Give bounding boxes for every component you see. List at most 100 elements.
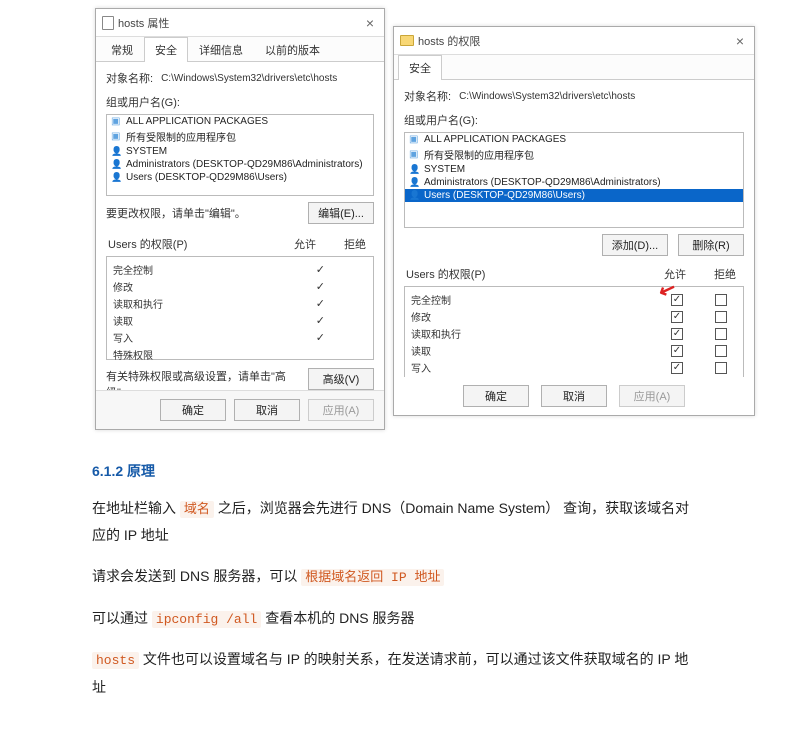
dialog-title: hosts 属性 — [118, 15, 169, 31]
perm-row: 特殊权限 — [113, 346, 367, 363]
apply-button[interactable]: 应用(A) — [619, 385, 685, 407]
cancel-button[interactable]: 取消 — [234, 399, 300, 421]
tab-bar: 常规 安全 详细信息 以前的版本 — [96, 37, 384, 62]
user-icon — [111, 159, 122, 170]
list-item[interactable]: ALL APPLICATION PACKAGES — [107, 115, 373, 128]
allow-checkbox[interactable]: ✓ — [671, 328, 683, 340]
advanced-button[interactable]: 高级(V) — [308, 368, 374, 390]
perm-header-label: Users 的权限(P) — [108, 236, 187, 252]
perm-row: 写入✓ — [411, 359, 737, 376]
check-icon: ✓ — [316, 263, 325, 276]
object-name-value: C:\Windows\System32\drivers\etc\hosts — [161, 73, 337, 84]
list-item[interactable]: Administrators (DESKTOP-QD29M86\Administ… — [405, 176, 743, 189]
check-icon: ✓ — [316, 297, 325, 310]
add-button[interactable]: 添加(D)... — [602, 234, 668, 256]
titlebar: hosts 的权限 × — [394, 27, 754, 55]
allow-checkbox[interactable]: ✓ — [671, 362, 683, 374]
permission-list: 完全控制✓ 修改✓ 读取和执行✓ 读取✓ 写入✓ 特殊权限 — [106, 256, 374, 360]
deny-header: 拒绝 — [344, 236, 366, 252]
close-icon[interactable]: × — [362, 15, 378, 31]
ok-button[interactable]: 确定 — [160, 399, 226, 421]
perm-row: 读取和执行✓ — [411, 325, 737, 342]
tab-previous[interactable]: 以前的版本 — [254, 37, 331, 62]
user-icon — [409, 190, 420, 201]
perm-row: 完全控制✓ — [113, 261, 367, 278]
permissions-dialog: hosts 的权限 × 安全 对象名称: C:\Windows\System32… — [393, 26, 755, 416]
tab-details[interactable]: 详细信息 — [188, 37, 254, 62]
user-icon — [111, 172, 122, 183]
code-inline: 域名 — [180, 501, 214, 518]
deny-checkbox[interactable] — [715, 345, 727, 357]
close-icon[interactable]: × — [732, 33, 748, 49]
paragraph: hosts 文件也可以设置域名与 IP 的映射关系，在发送请求前，可以通过该文件… — [92, 646, 694, 700]
dialogs-area: hosts 属性 × 常规 安全 详细信息 以前的版本 对象名称: C:\Win… — [0, 0, 786, 440]
package-icon — [409, 134, 420, 145]
edit-hint: 要更改权限，请单击"编辑"。 — [106, 205, 246, 221]
allow-checkbox[interactable]: ✓ — [671, 345, 683, 357]
object-name-label: 对象名称: — [106, 70, 153, 86]
code-inline: hosts — [92, 652, 139, 669]
allow-header: 允许 — [294, 236, 316, 252]
group-label: 组或用户名(G): — [106, 94, 374, 110]
cancel-button[interactable]: 取消 — [541, 385, 607, 407]
titlebar: hosts 属性 × — [96, 9, 384, 37]
deny-checkbox[interactable] — [715, 311, 727, 323]
tab-security[interactable]: 安全 — [144, 37, 188, 62]
user-icon — [111, 146, 122, 157]
remove-button[interactable]: 删除(R) — [678, 234, 744, 256]
dialog-body: 对象名称: C:\Windows\System32\drivers\etc\ho… — [394, 80, 754, 392]
tab-general[interactable]: 常规 — [100, 37, 144, 62]
check-icon: ✓ — [316, 280, 325, 293]
perm-row: 读取✓ — [113, 312, 367, 329]
object-name-value: C:\Windows\System32\drivers\etc\hosts — [459, 91, 635, 102]
list-item[interactable]: Users (DESKTOP-QD29M86\Users) — [405, 189, 743, 202]
tab-bar: 安全 — [394, 55, 754, 80]
list-item[interactable]: Administrators (DESKTOP-QD29M86\Administ… — [107, 158, 373, 171]
perm-row: 修改✓ — [113, 278, 367, 295]
folder-icon — [400, 35, 414, 46]
edit-button[interactable]: 编辑(E)... — [308, 202, 374, 224]
list-item[interactable]: Users (DESKTOP-QD29M86\Users) — [107, 171, 373, 184]
apply-button[interactable]: 应用(A) — [308, 399, 374, 421]
dialog-buttons: 确定 取消 应用(A) — [394, 377, 754, 415]
code-inline: 根据域名返回 IP 地址 — [301, 569, 444, 586]
properties-dialog: hosts 属性 × 常规 安全 详细信息 以前的版本 对象名称: C:\Win… — [95, 8, 385, 430]
dialog-title: hosts 的权限 — [418, 33, 480, 49]
package-icon — [409, 149, 420, 160]
deny-checkbox[interactable] — [715, 294, 727, 306]
package-icon — [111, 116, 122, 127]
list-item[interactable]: SYSTEM — [405, 163, 743, 176]
dialog-body: 对象名称: C:\Windows\System32\drivers\etc\ho… — [96, 62, 384, 408]
paragraph: 在地址栏输入 域名 之后，浏览器会先进行 DNS（Domain Name Sys… — [92, 495, 694, 549]
check-icon: ✓ — [316, 314, 325, 327]
check-icon: ✓ — [316, 331, 325, 344]
package-icon — [111, 131, 122, 142]
tab-security[interactable]: 安全 — [398, 55, 442, 80]
deny-checkbox[interactable] — [715, 328, 727, 340]
list-item[interactable]: ALL APPLICATION PACKAGES — [405, 133, 743, 146]
section-heading: 6.1.2 原理 — [92, 458, 694, 485]
deny-header: 拒绝 — [714, 266, 736, 282]
list-item[interactable]: 所有受限制的应用程序包 — [107, 128, 373, 145]
perm-row: 读取✓ — [411, 342, 737, 359]
group-listbox[interactable]: ALL APPLICATION PACKAGES 所有受限制的应用程序包 SYS… — [106, 114, 374, 196]
perm-row: 读取和执行✓ — [113, 295, 367, 312]
deny-checkbox[interactable] — [715, 362, 727, 374]
user-icon — [409, 177, 420, 188]
code-inline: ipconfig /all — [152, 611, 261, 628]
list-item[interactable]: 所有受限制的应用程序包 — [405, 146, 743, 163]
allow-checkbox[interactable]: ✓ — [671, 311, 683, 323]
perm-header-label: Users 的权限(P) — [406, 266, 485, 282]
permission-list: 完全控制✓ 修改✓ 读取和执行✓ 读取✓ 写入✓ — [404, 286, 744, 384]
ok-button[interactable]: 确定 — [463, 385, 529, 407]
list-item[interactable]: SYSTEM — [107, 145, 373, 158]
paragraph: 请求会发送到 DNS 服务器，可以 根据域名返回 IP 地址 — [92, 563, 694, 591]
article-body: 6.1.2 原理 在地址栏输入 域名 之后，浏览器会先进行 DNS（Domain… — [0, 440, 786, 745]
document-icon — [102, 16, 114, 30]
dialog-buttons: 确定 取消 应用(A) — [96, 390, 384, 429]
paragraph: 可以通过 ipconfig /all 查看本机的 DNS 服务器 — [92, 605, 694, 633]
perm-row: 完全控制✓ — [411, 291, 737, 308]
group-listbox[interactable]: ALL APPLICATION PACKAGES 所有受限制的应用程序包 SYS… — [404, 132, 744, 228]
perm-row: 写入✓ — [113, 329, 367, 346]
group-label: 组或用户名(G): — [404, 112, 744, 128]
